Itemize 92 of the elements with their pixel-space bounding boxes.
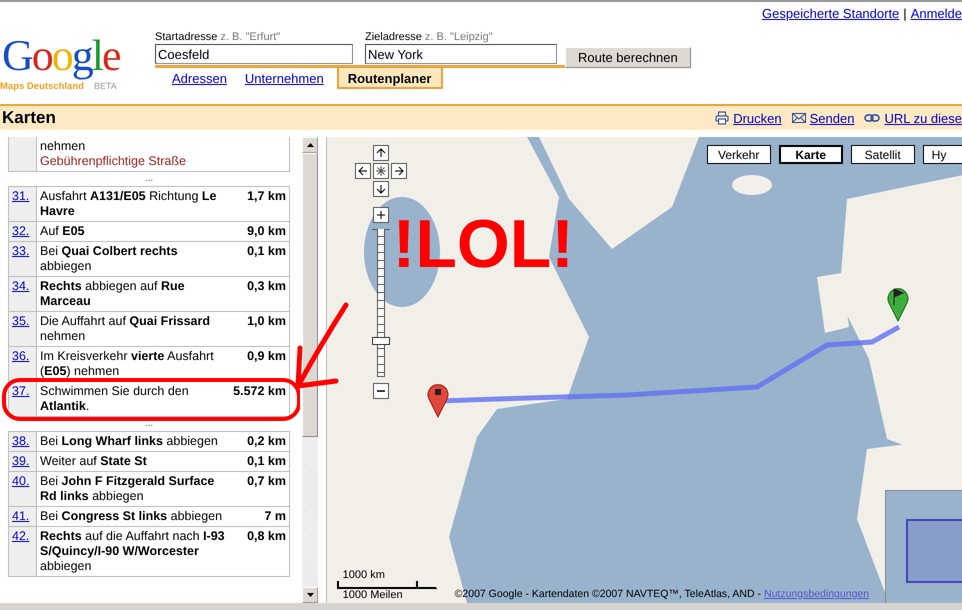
left-arrow-icon — [358, 166, 368, 176]
header-link[interactable]: Gespeicherte Standorte — [762, 6, 900, 21]
down-triangle-icon — [306, 593, 314, 597]
zoom-in-button[interactable] — [372, 207, 389, 223]
step-link[interactable]: 37. — [12, 384, 30, 398]
pan-up-button[interactable] — [372, 145, 389, 161]
copyright-text: ©2007 Google - Kartendaten ©2007 NAVTEQ™, TeleAtlas, AND - — [454, 588, 761, 600]
step-link[interactable]: 35. — [12, 314, 30, 328]
step-distance: 0,8 km — [247, 529, 286, 543]
step-distance: 1,7 km — [247, 189, 286, 203]
step-instruction: Bei Congress St links abbiegen — [40, 509, 222, 524]
tab[interactable]: Adressen — [163, 68, 236, 89]
toolbar-link[interactable]: URL zu diese — [864, 110, 962, 126]
step-distance: 0,9 km — [247, 349, 286, 363]
up-triangle-icon — [306, 143, 314, 147]
toolbar-link[interactable]: Drucken — [715, 110, 782, 126]
map-view[interactable]: Verkehr Karte Satellit Hy 1000 km 1000 Meilen ©2007 Google - Kartendaten ©2007 NAVTEQ™, TeleAtlas, AND - Nutzungsbedingungen !LOL! — [326, 137, 962, 603]
step-link[interactable]: 32. — [12, 224, 30, 238]
logo-wordmark: Google — [1, 31, 121, 81]
step-instruction: Bei Long Wharf links abbiegen — [40, 434, 218, 449]
step-distance: 5.572 km — [233, 384, 286, 398]
down-arrow-icon — [376, 184, 386, 194]
plus-icon — [376, 210, 386, 220]
beta-label: BETA — [94, 81, 117, 91]
step-distance: 0,1 km — [247, 244, 286, 258]
step-instruction: Die Auffahrt auf Quai Frissard nehmen — [40, 314, 212, 344]
logo-subtitle: Maps Deutschland — [0, 81, 84, 92]
step-distance: 0,3 km — [247, 279, 286, 293]
step-instruction: Auf E05 — [40, 224, 84, 239]
scrollbar[interactable] — [302, 137, 318, 603]
step-link[interactable]: 33. — [12, 244, 30, 258]
step-distance: 0,1 km — [247, 454, 286, 468]
link-separator: | — [903, 6, 907, 21]
handwritten-annotation: !LOL! — [392, 209, 574, 279]
step-distance: 0,7 km — [247, 474, 286, 488]
field-label: Startadresse z. B. "Erfurt" — [155, 31, 282, 43]
step-link[interactable]: 42. — [12, 529, 30, 543]
printer-icon — [715, 111, 730, 125]
up-arrow-icon — [376, 148, 386, 158]
tab[interactable]: Routenplaner — [336, 68, 442, 89]
toolbar-link[interactable]: Senden — [792, 110, 854, 126]
start-address-field[interactable]: Coesfeld — [155, 44, 353, 64]
overview-viewport[interactable] — [906, 519, 962, 583]
step-distance: 7 m — [264, 509, 286, 523]
step-instruction: Ausfahrt A131/E05 Richtung Le Havre — [40, 189, 218, 219]
step-instruction: Bei John F Fitzgerald Surface Rd links abbiegen — [40, 474, 216, 504]
pan-left-button[interactable] — [354, 163, 371, 179]
scroll-thumb[interactable] — [302, 153, 318, 437]
scale-label: 1000 km — [342, 569, 386, 581]
step-link[interactable]: 36. — [12, 349, 30, 363]
step-link[interactable]: 38. — [12, 434, 30, 448]
right-arrow-icon — [394, 166, 404, 176]
ellipsis: ... — [144, 417, 154, 431]
zoom-out-button[interactable] — [372, 383, 389, 399]
step-distance: 0,2 km — [247, 434, 286, 448]
step-link[interactable]: 31. — [12, 189, 30, 203]
map-type-button[interactable]: Karte — [778, 145, 843, 164]
field-label: Zieladresse z. B. "Leipzig" — [365, 31, 494, 43]
step-distance: 9,0 km — [247, 224, 286, 238]
map-type-button[interactable]: Hy — [922, 145, 962, 164]
step-instruction: Schwimmen Sie durch den Atlantik. — [40, 384, 190, 414]
pan-down-button[interactable] — [372, 181, 389, 197]
route-button[interactable]: Route berechnen — [565, 47, 691, 68]
step-instruction: Bei Quai Colbert rechts abbiegen — [40, 244, 179, 274]
destination-address-field[interactable]: New York — [365, 44, 557, 64]
step-instruction: Rechts auf die Auffahrt nach I-93 S/Quincy/I-90 W/Worcester abbiegen — [40, 529, 226, 574]
header-link[interactable]: Anmelde — [910, 6, 962, 21]
map-type-button[interactable]: Satellit — [850, 145, 915, 164]
pan-right-button[interactable] — [390, 163, 407, 179]
step-instruction: Weiter auf State St — [40, 454, 147, 469]
scale-bar-icon — [336, 581, 437, 589]
toll-road-note: Gebührenpflichtige Straße — [40, 154, 186, 169]
tab[interactable]: Unternehmen — [236, 68, 333, 89]
step-link[interactable]: 41. — [12, 509, 30, 523]
ellipsis: ... — [144, 172, 154, 186]
zoom-slider-thumb[interactable] — [372, 337, 390, 346]
step-link[interactable]: 34. — [12, 279, 30, 293]
center-button[interactable] — [372, 163, 389, 179]
scroll-up-button[interactable] — [302, 137, 318, 153]
step-instruction: Im Kreisverkehr vierte Ausfahrt (E05) nehmen — [40, 349, 215, 379]
scroll-down-button[interactable] — [302, 587, 318, 603]
step-instruction: Rechts abbiegen auf Rue Marceau — [40, 279, 186, 309]
step-link[interactable]: 40. — [12, 474, 30, 488]
step-instruction: nehmen — [40, 139, 86, 154]
scale-label: 1000 Meilen — [342, 589, 404, 601]
section-title: Karten — [1, 108, 56, 128]
chain-link-icon — [864, 113, 880, 123]
step-link[interactable]: 39. — [12, 454, 30, 468]
envelope-icon — [792, 112, 806, 124]
overview-map[interactable] — [885, 490, 962, 603]
map-type-button[interactable]: Verkehr — [706, 145, 771, 164]
step-distance: 1,0 km — [247, 314, 286, 328]
